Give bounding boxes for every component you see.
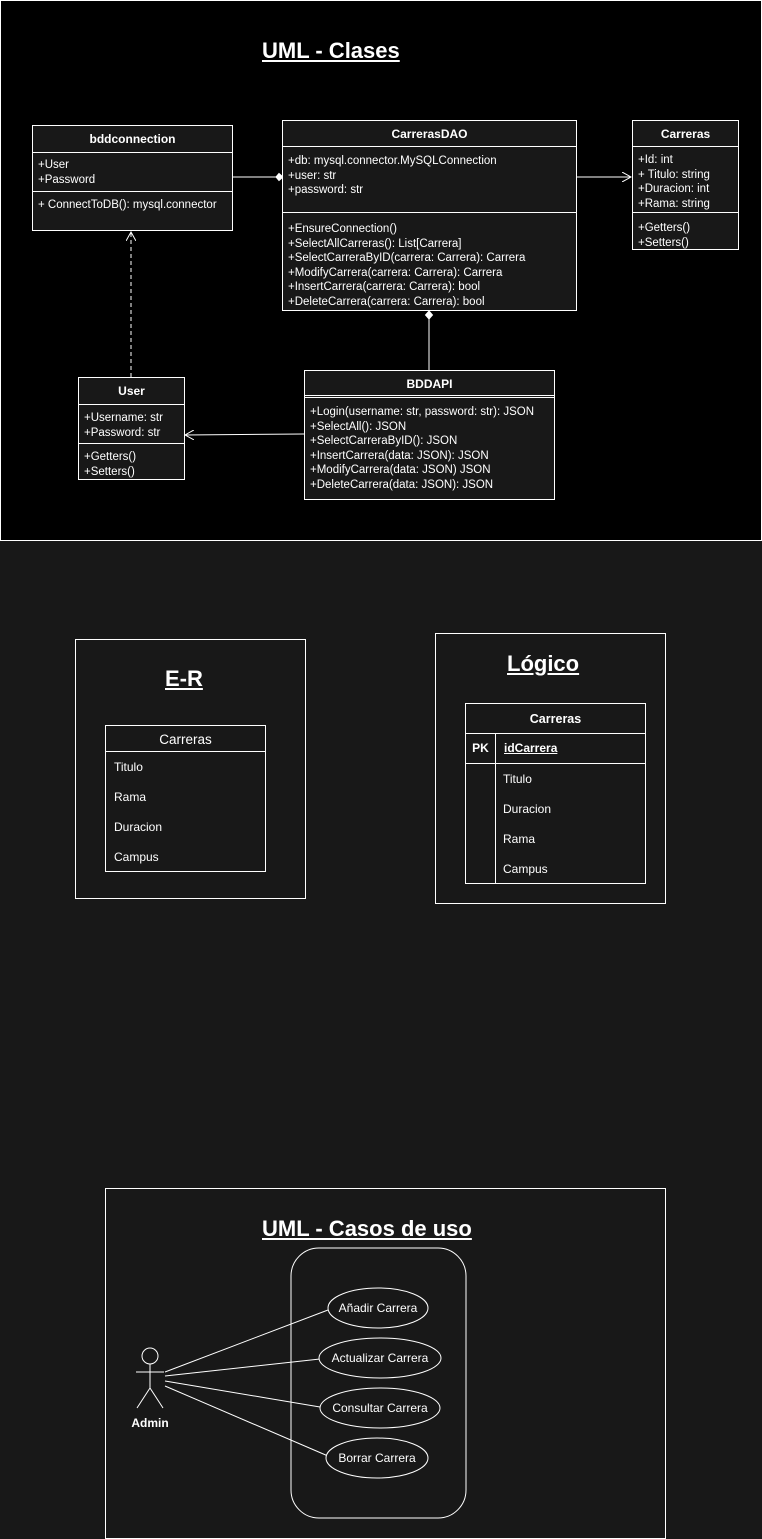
use-case-label[interactable]: Consultar Carrera xyxy=(318,1401,442,1415)
association-admin-consultar xyxy=(164,1380,321,1408)
association-admin-anadir xyxy=(164,1309,329,1373)
actor-admin-figure xyxy=(136,1347,164,1409)
association-admin-borrar xyxy=(164,1385,329,1457)
actor-admin-label: Admin xyxy=(131,1416,169,1430)
use-case-label[interactable]: Borrar Carrera xyxy=(316,1451,438,1465)
association-admin-actualizar xyxy=(164,1358,321,1377)
use-case-label[interactable]: Añadir Carrera xyxy=(318,1301,438,1315)
use-case-label[interactable]: Actualizar Carrera xyxy=(318,1351,442,1365)
